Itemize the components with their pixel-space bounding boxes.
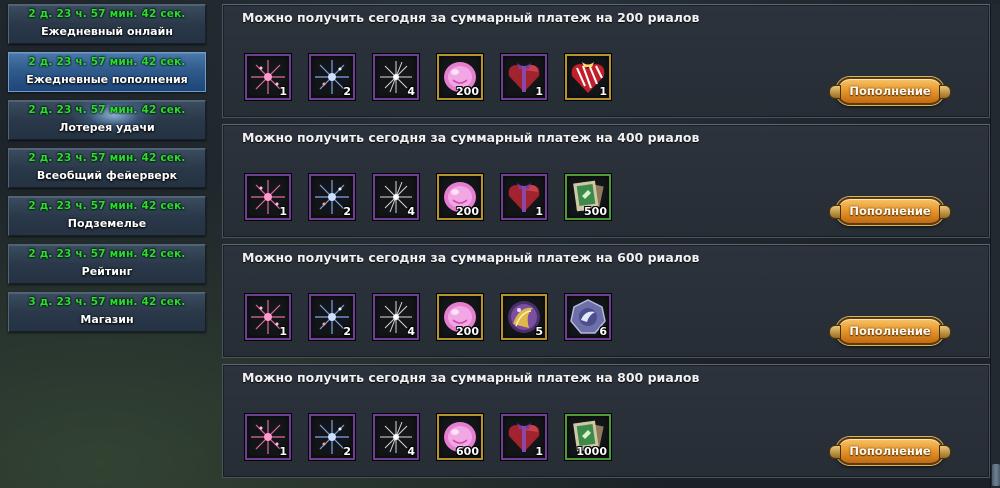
item-quantity: 1 — [535, 445, 543, 458]
reward-panel-200: Можно получить сегодня за суммарный плат… — [222, 4, 990, 118]
item-quantity: 4 — [407, 445, 415, 458]
reward-slot[interactable]: 1000 — [565, 414, 611, 460]
topup-button[interactable]: Пополнение — [829, 77, 951, 105]
sidebar-item-timer: 2 д. 23 ч. 57 мин. 42 сек. — [28, 248, 186, 260]
reward-slot[interactable]: 6 — [565, 294, 611, 340]
reward-slot[interactable]: 1 — [245, 414, 291, 460]
sidebar-item-timer: 2 д. 23 ч. 57 мин. 42 сек. — [28, 56, 186, 68]
reward-slot[interactable]: 200 — [437, 174, 483, 220]
item-quantity: 4 — [407, 325, 415, 338]
sidebar-item-timer: 2 д. 23 ч. 57 мин. 42 сек. — [28, 104, 186, 116]
reward-panel-800: Можно получить сегодня за суммарный плат… — [222, 364, 990, 478]
scrollbar[interactable] — [990, 4, 1000, 488]
item-quantity: 2 — [343, 445, 351, 458]
sidebar-item-fireworks[interactable]: 2 д. 23 ч. 57 мин. 42 сек. Всеобщий фейе… — [8, 148, 206, 188]
reward-title: Можно получить сегодня за суммарный плат… — [242, 370, 700, 385]
item-quantity: 1000 — [576, 445, 607, 458]
sidebar-item-timer: 2 д. 23 ч. 57 мин. 42 сек. — [28, 8, 186, 20]
sidebar-item-label: Всеобщий фейерверк — [36, 169, 178, 182]
topup-button[interactable]: Пополнение — [829, 437, 951, 465]
item-quantity: 1 — [279, 445, 287, 458]
item-quantity: 2 — [343, 205, 351, 218]
sidebar-item-label: Лотерея удачи — [59, 121, 155, 134]
item-quantity: 200 — [456, 325, 479, 338]
item-quantity: 1 — [599, 85, 607, 98]
reward-slot[interactable]: 2 — [309, 414, 355, 460]
item-quantity: 2 — [343, 325, 351, 338]
sidebar-item-rating[interactable]: 2 д. 23 ч. 57 мин. 42 сек. Рейтинг — [8, 244, 206, 284]
reward-panel-600: Можно получить сегодня за суммарный плат… — [222, 244, 990, 358]
reward-slot[interactable]: 200 — [437, 54, 483, 100]
sidebar-item-dungeon[interactable]: 2 д. 23 ч. 57 мин. 42 сек. Подземелье — [8, 196, 206, 236]
reward-slot[interactable]: 600 — [437, 414, 483, 460]
sidebar-item-daily-topup[interactable]: 2 д. 23 ч. 57 мин. 42 сек. Ежедневные по… — [8, 52, 206, 92]
topup-button[interactable]: Пополнение — [829, 317, 951, 345]
item-quantity: 4 — [407, 205, 415, 218]
reward-slot[interactable]: 1 — [501, 54, 547, 100]
reward-slot[interactable]: 4 — [373, 414, 419, 460]
reward-list: Можно получить сегодня за суммарный плат… — [222, 4, 990, 488]
reward-title: Можно получить сегодня за суммарный плат… — [242, 250, 700, 265]
item-quantity: 6 — [599, 325, 607, 338]
item-quantity: 1 — [535, 85, 543, 98]
item-quantity: 200 — [456, 85, 479, 98]
reward-panel-400: Можно получить сегодня за суммарный плат… — [222, 124, 990, 238]
sidebar-item-timer: 2 д. 23 ч. 57 мин. 42 сек. — [28, 200, 186, 212]
reward-slot[interactable]: 1 — [245, 294, 291, 340]
topup-button[interactable]: Пополнение — [829, 197, 951, 225]
reward-slot[interactable]: 1 — [565, 54, 611, 100]
item-quantity: 500 — [584, 205, 607, 218]
sidebar-item-label: Ежедневный онлайн — [41, 25, 173, 38]
item-quantity: 200 — [456, 205, 479, 218]
sidebar-item-label: Ежедневные пополнения — [26, 73, 188, 86]
sidebar-item-daily-online[interactable]: 2 д. 23 ч. 57 мин. 42 сек. Ежедневный он… — [8, 4, 206, 44]
reward-slot[interactable]: 1 — [245, 174, 291, 220]
sidebar-item-label: Подземелье — [67, 217, 147, 230]
item-quantity: 5 — [535, 325, 543, 338]
item-quantity: 600 — [456, 445, 479, 458]
reward-slot[interactable]: 2 — [309, 174, 355, 220]
reward-slot[interactable]: 200 — [437, 294, 483, 340]
sidebar-item-timer: 2 д. 23 ч. 57 мин. 42 сек. — [28, 152, 186, 164]
reward-slot[interactable]: 1 — [501, 414, 547, 460]
reward-slot[interactable]: 500 — [565, 174, 611, 220]
item-quantity: 1 — [535, 205, 543, 218]
sidebar-item-shop[interactable]: 3 д. 23 ч. 57 мин. 42 сек. Магазин — [8, 292, 206, 332]
sidebar-item-lottery[interactable]: 2 д. 23 ч. 57 мин. 42 сек. Лотерея удачи — [8, 100, 206, 140]
item-quantity: 1 — [279, 85, 287, 98]
reward-slot[interactable]: 4 — [373, 294, 419, 340]
item-quantity: 4 — [407, 85, 415, 98]
item-quantity: 2 — [343, 85, 351, 98]
item-quantity: 1 — [279, 325, 287, 338]
reward-slot[interactable]: 4 — [373, 54, 419, 100]
item-quantity: 1 — [279, 205, 287, 218]
reward-slot[interactable]: 4 — [373, 174, 419, 220]
reward-title: Можно получить сегодня за суммарный плат… — [242, 10, 700, 25]
reward-slot[interactable]: 2 — [309, 294, 355, 340]
sidebar-item-label: Рейтинг — [81, 265, 133, 278]
reward-title: Можно получить сегодня за суммарный плат… — [242, 130, 700, 145]
reward-slot[interactable]: 2 — [309, 54, 355, 100]
reward-slot[interactable]: 5 — [501, 294, 547, 340]
reward-slot[interactable]: 1 — [245, 54, 291, 100]
reward-slot[interactable]: 1 — [501, 174, 547, 220]
scrollbar-thumb[interactable] — [992, 464, 1000, 486]
sidebar-item-timer: 3 д. 23 ч. 57 мин. 42 сек. — [28, 296, 186, 308]
sidebar-item-label: Магазин — [80, 313, 134, 326]
